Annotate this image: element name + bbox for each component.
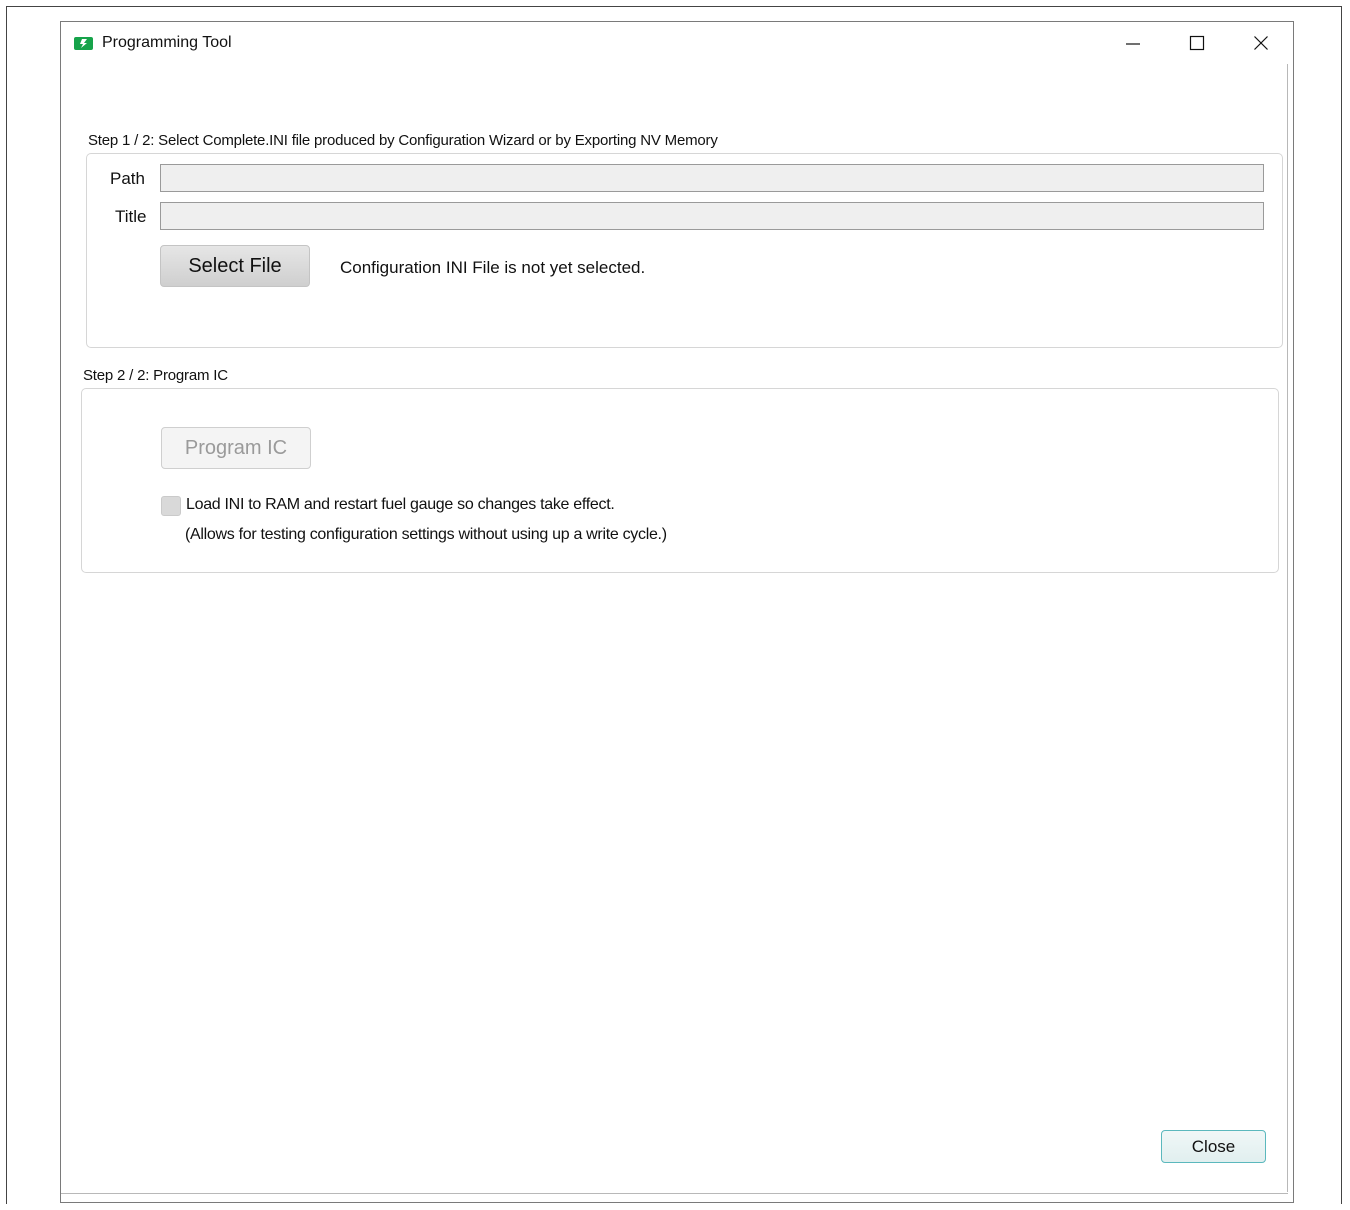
file-status-text: Configuration INI File is not yet select…: [340, 258, 646, 277]
load-to-ram-note: (Allows for testing configuration settin…: [185, 526, 667, 543]
title-label: Title: [115, 207, 147, 226]
close-button[interactable]: Close: [1161, 1130, 1266, 1163]
right-edge-divider: [1287, 64, 1288, 1192]
maximize-button[interactable]: [1168, 22, 1226, 64]
select-file-button[interactable]: Select File: [160, 245, 310, 287]
step2-label: Step 2 / 2: Program IC: [83, 367, 228, 384]
window-close-button[interactable]: [1232, 22, 1290, 64]
step1-label: Step 1 / 2: Select Complete.INI file pro…: [88, 132, 718, 149]
path-label: Path: [110, 169, 145, 188]
minimize-button[interactable]: [1104, 22, 1162, 64]
load-to-ram-label[interactable]: Load INI to RAM and restart fuel gauge s…: [186, 496, 615, 514]
minimize-icon: [1126, 43, 1140, 45]
title-field[interactable]: [160, 202, 1264, 230]
program-ic-button[interactable]: Program IC: [161, 427, 311, 469]
programming-tool-window: Programming Tool Step 1 / 2: Select Comp…: [60, 21, 1294, 1203]
close-icon: [1254, 36, 1268, 50]
title-bar[interactable]: Programming Tool: [61, 22, 1293, 64]
app-icon: [74, 37, 93, 50]
path-field[interactable]: [160, 164, 1264, 192]
bottom-edge-divider: [61, 1193, 1288, 1194]
load-to-ram-checkbox[interactable]: [161, 496, 181, 516]
step2-group: [81, 388, 1279, 573]
window-title: Programming Tool: [102, 34, 232, 51]
maximize-icon: [1189, 35, 1205, 51]
